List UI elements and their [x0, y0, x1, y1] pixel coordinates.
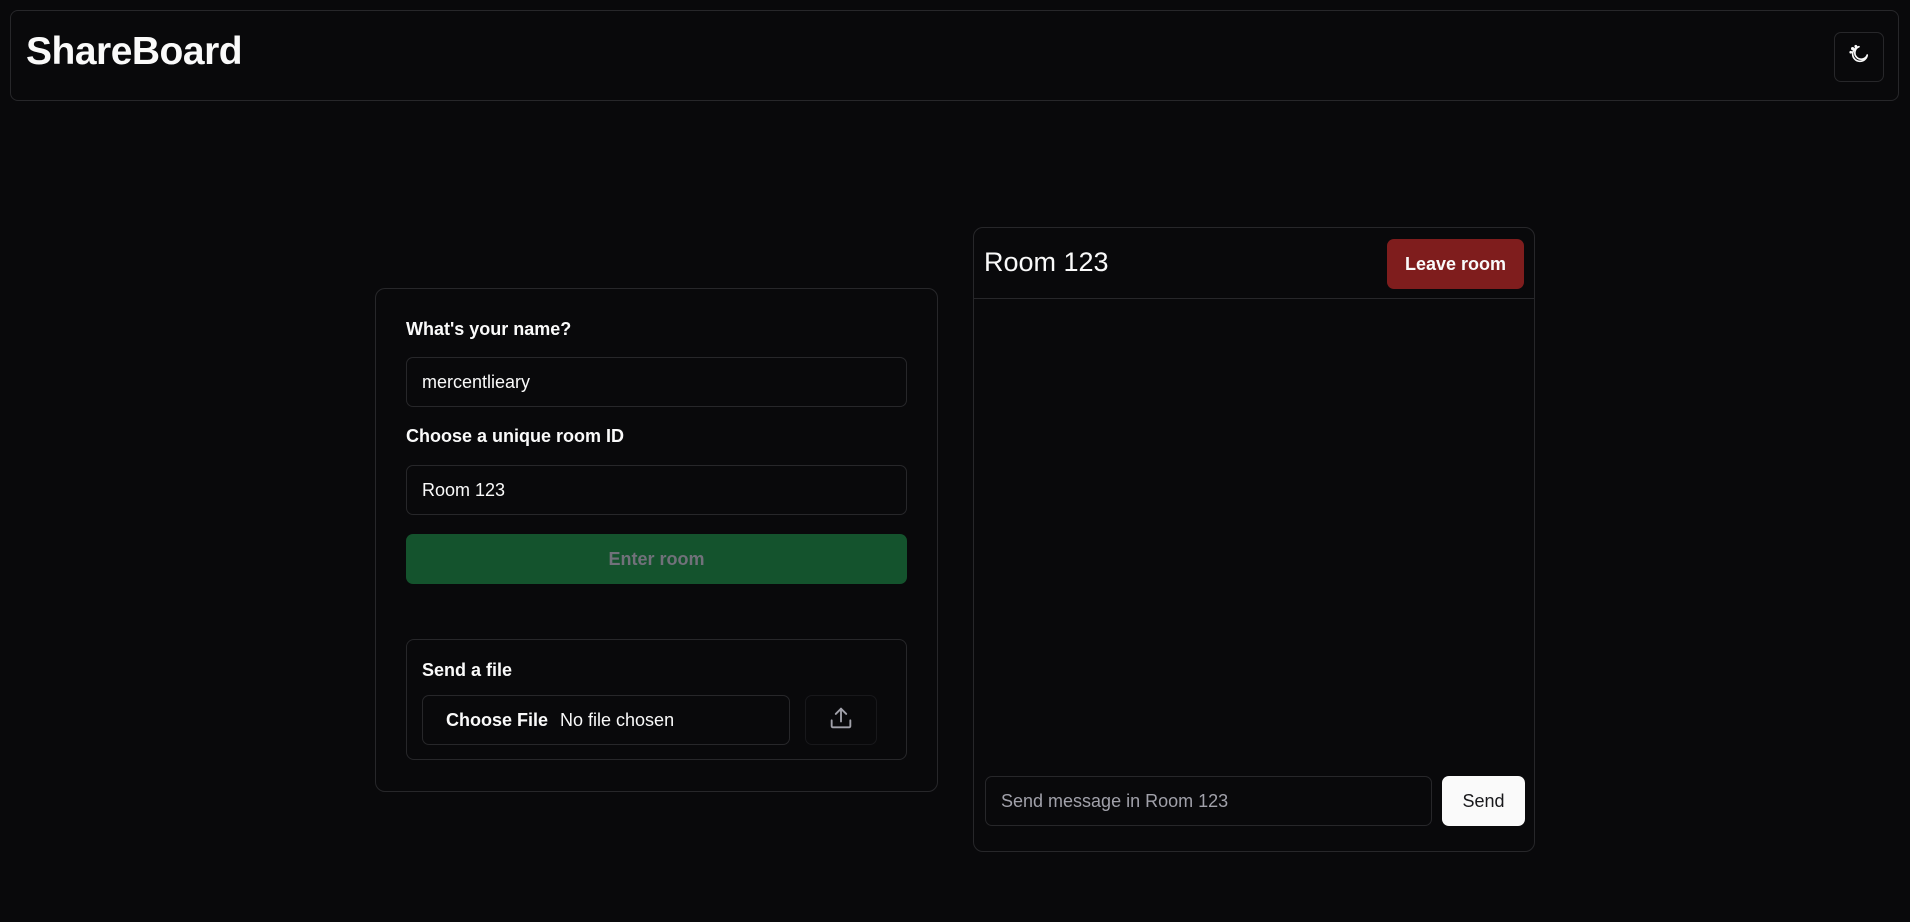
- theme-toggle-button[interactable]: [1834, 32, 1884, 82]
- choose-file-button[interactable]: Choose File: [446, 710, 548, 731]
- send-file-panel: Send a file Choose File No file chosen: [406, 639, 907, 760]
- name-input[interactable]: [406, 357, 907, 407]
- moon-stars-icon: [1848, 44, 1870, 71]
- upload-icon: [827, 704, 855, 737]
- enter-room-button[interactable]: Enter room: [406, 534, 907, 584]
- file-status-text: No file chosen: [560, 709, 675, 730]
- join-room-card: What's your name? Choose a unique room I…: [375, 288, 938, 792]
- message-list: [974, 300, 1534, 770]
- send-button[interactable]: Send: [1442, 776, 1525, 826]
- app-header: ShareBoard: [10, 10, 1899, 101]
- upload-button[interactable]: [805, 695, 877, 745]
- message-input[interactable]: [985, 776, 1432, 826]
- leave-room-button[interactable]: Leave room: [1387, 239, 1524, 289]
- room-chat-card: Room 123 Leave room Send: [973, 227, 1535, 852]
- name-label: What's your name?: [406, 319, 572, 339]
- room-id-input[interactable]: [406, 465, 907, 515]
- send-file-title: Send a file: [422, 660, 513, 680]
- room-header: Room 123 Leave room: [974, 228, 1534, 299]
- room-title: Room 123: [984, 247, 1109, 277]
- room-id-label: Choose a unique room ID: [406, 426, 625, 446]
- app-title: ShareBoard: [26, 30, 243, 73]
- file-input[interactable]: Choose File No file chosen: [422, 695, 790, 745]
